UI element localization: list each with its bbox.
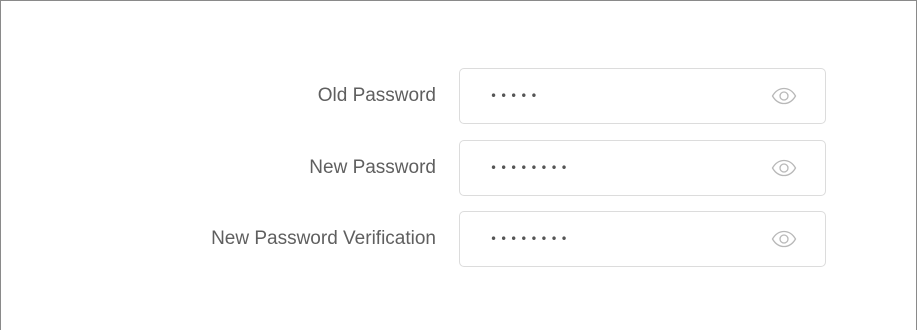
new-password-label: New Password xyxy=(309,157,436,178)
new-password-row: New Password xyxy=(1,140,918,196)
eye-icon[interactable] xyxy=(770,85,798,107)
new-password-field[interactable] xyxy=(459,140,826,196)
old-password-field[interactable] xyxy=(459,68,826,124)
eye-icon[interactable] xyxy=(770,157,798,179)
verify-password-row: New Password Verification xyxy=(1,211,918,267)
new-password-input[interactable] xyxy=(490,141,760,195)
verify-password-input[interactable] xyxy=(490,212,760,266)
verify-password-label: New Password Verification xyxy=(211,228,436,249)
old-password-label: Old Password xyxy=(317,85,436,106)
verify-password-field[interactable] xyxy=(459,211,826,267)
old-password-row: Old Password xyxy=(1,68,918,124)
old-password-input[interactable] xyxy=(490,69,760,123)
password-change-panel: Old Password New Password New Passwo xyxy=(0,0,917,330)
eye-icon[interactable] xyxy=(770,228,798,250)
